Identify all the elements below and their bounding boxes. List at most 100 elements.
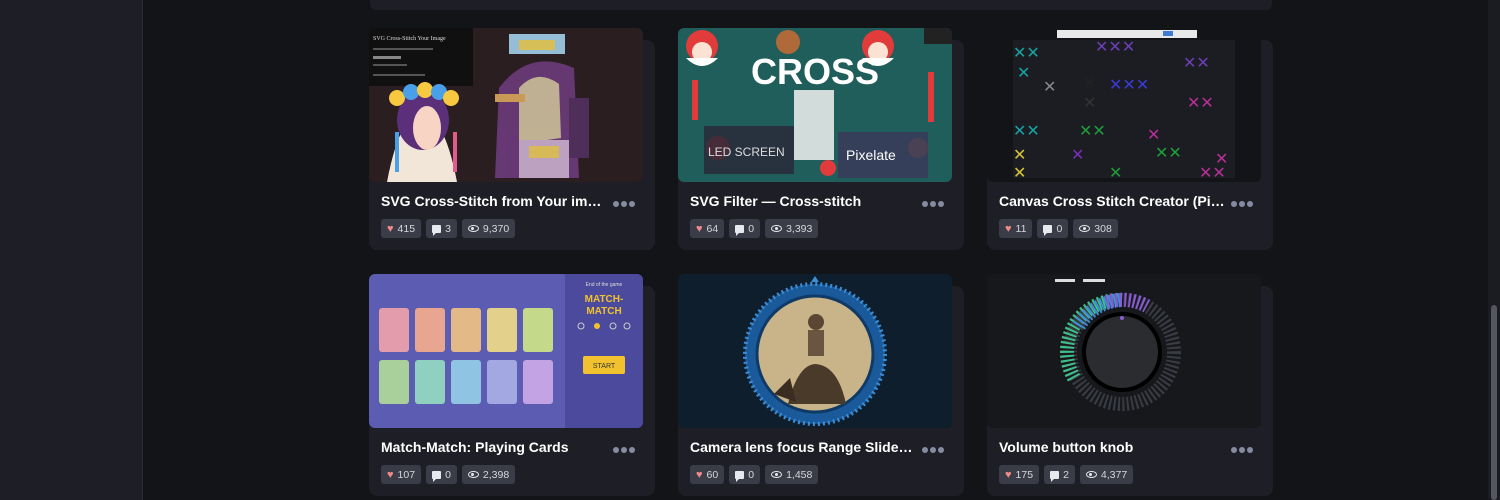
pen-preview[interactable]: SVG Cross-Stitch Your Image [369,28,643,182]
eye-icon [467,225,479,232]
pen-preview[interactable] [987,274,1261,428]
comment-icon [735,224,745,236]
heart-icon: ♥ [1005,222,1012,235]
like-count: 175 [1015,468,1034,481]
pen-title[interactable]: Volume button knob [999,439,1225,455]
pen-stats: ♥ 11 0 308 [999,219,1118,238]
view-count: 1,458 [786,468,813,481]
eye-icon [1085,471,1097,478]
view-count: 2,398 [482,468,510,481]
pen-card[interactable]: CROSS LED SCREEN Pixelate SVG Filter — C… [678,28,964,250]
pen-stats: ♥ 64 0 3,393 [690,219,819,238]
svg-text:✕: ✕ [1071,145,1084,164]
preview-text: MATCH- [585,294,624,305]
pen-preview[interactable]: CROSS LED SCREEN Pixelate [678,28,952,182]
eye-icon [771,225,783,232]
pen-stats: ♥ 107 0 2,398 [381,465,516,484]
pen-stats: ♥ 415 3 9,370 [381,219,516,238]
pen-title[interactable]: SVG Cross-Stitch from Your image [381,193,607,209]
pen-preview[interactable]: ✕✕ ✕✕✕ ✕✕ ✕ ✕ ✕ ✕ ✕✕✕ ✕✕ ✕✕ ✕✕ ✕ ✕ ✕ ✕✕ ✕ ✕ ✕ ✕✕ [987,28,1261,182]
more-options-icon[interactable] [1231,198,1255,208]
svg-text:✕: ✕ [1017,63,1030,82]
pen-card[interactable]: Volume button knob ♥ 175 2 4,377 [987,274,1273,496]
comment-button[interactable]: 0 [426,465,457,484]
comment-button[interactable]: 0 [729,219,761,238]
comment-count: 0 [1056,222,1063,235]
like-button[interactable]: ♥ 415 [381,219,422,238]
svg-text:✕✕: ✕✕ [1155,143,1182,162]
comment-button[interactable]: 0 [1037,219,1069,238]
more-options-icon[interactable] [1231,444,1255,454]
like-count: 64 [706,222,719,235]
svg-text:✕: ✕ [1147,125,1160,144]
views-button[interactable]: 9,370 [461,219,516,238]
heart-icon: ♥ [1005,468,1012,481]
eye-icon [771,471,783,478]
like-count: 107 [397,468,416,481]
svg-text:✕✕: ✕✕ [1013,43,1040,62]
pen-card[interactable]: ✕✕ ✕✕✕ ✕✕ ✕ ✕ ✕ ✕ ✕✕✕ ✕✕ ✕✕ ✕✕ ✕ ✕ ✕ ✕✕ ✕ ✕ ✕ ✕✕ Canv… [987,28,1273,250]
comment-count: 2 [1063,468,1069,481]
svg-text:✕: ✕ [1109,163,1122,182]
left-sidebar [0,0,143,500]
svg-text:✕: ✕ [1043,77,1056,96]
svg-text:✕✕: ✕✕ [1183,53,1210,72]
comment-count: 0 [748,222,755,235]
svg-text:✕✕✕: ✕✕✕ [1095,37,1135,56]
pen-title[interactable]: Match-Match: Playing Cards [381,439,607,455]
pen-title[interactable]: Camera lens focus Range Sliders … [690,439,916,455]
svg-text:✕✕: ✕✕ [1013,121,1040,140]
like-button[interactable]: ♥ 60 [690,465,725,484]
more-options-icon[interactable] [613,444,637,454]
views-button[interactable]: 4,377 [1079,465,1134,484]
heart-icon: ♥ [387,468,394,481]
like-button[interactable]: ♥ 11 [999,219,1033,238]
comment-button[interactable]: 2 [1044,465,1075,484]
pen-preview[interactable]: End of the game MATCH- MATCH START [369,274,643,428]
comment-count: 3 [445,222,451,235]
like-count: 60 [706,468,719,481]
pen-card[interactable]: Camera lens focus Range Sliders … ♥ 60 0 … [678,274,964,496]
comment-button[interactable]: 3 [426,219,457,238]
comment-icon [1050,470,1060,482]
comment-icon [432,224,442,236]
like-button[interactable]: ♥ 175 [999,465,1040,484]
views-button[interactable]: 308 [1073,219,1118,238]
pen-card[interactable]: End of the game MATCH- MATCH START Match… [369,274,655,496]
preview-text: START [593,363,616,370]
svg-text:✕✕: ✕✕ [1199,163,1226,182]
like-button[interactable]: ♥ 107 [381,465,422,484]
comment-icon [735,470,745,482]
svg-text:✕: ✕ [1013,145,1026,164]
views-button[interactable]: 3,393 [765,219,819,238]
like-count: 415 [397,222,416,235]
comment-button[interactable]: 0 [729,465,761,484]
pen-stats: ♥ 60 0 1,458 [690,465,819,484]
page-scrollbar[interactable] [1488,0,1500,500]
more-options-icon[interactable] [922,198,946,208]
heart-icon: ♥ [696,468,703,481]
pen-title[interactable]: SVG Filter — Cross-stitch [690,193,916,209]
pen-preview[interactable] [678,274,952,428]
like-button[interactable]: ♥ 64 [690,219,725,238]
like-count: 11 [1015,222,1027,235]
pen-stats: ♥ 175 2 4,377 [999,465,1134,484]
view-count: 9,370 [482,222,510,235]
preview-text: Pixelate [846,147,896,163]
pen-card[interactable]: SVG Cross-Stitch Your Image SVG Cross-St… [369,28,655,250]
svg-text:✕✕✕: ✕✕✕ [1109,75,1149,94]
views-button[interactable]: 2,398 [461,465,516,484]
svg-text:✕: ✕ [1083,93,1096,112]
more-options-icon[interactable] [613,198,637,208]
comment-count: 0 [748,468,755,481]
view-count: 308 [1094,222,1112,235]
top-panel [370,0,1272,10]
scrollbar-thumb[interactable] [1491,305,1497,500]
views-button[interactable]: 1,458 [765,465,819,484]
comment-count: 0 [445,468,451,481]
eye-icon [1079,225,1091,232]
more-options-icon[interactable] [922,444,946,454]
pen-title[interactable]: Canvas Cross Stitch Creator (Pix… [999,193,1225,209]
svg-text:✕: ✕ [1083,73,1096,92]
heart-icon: ♥ [387,222,394,235]
